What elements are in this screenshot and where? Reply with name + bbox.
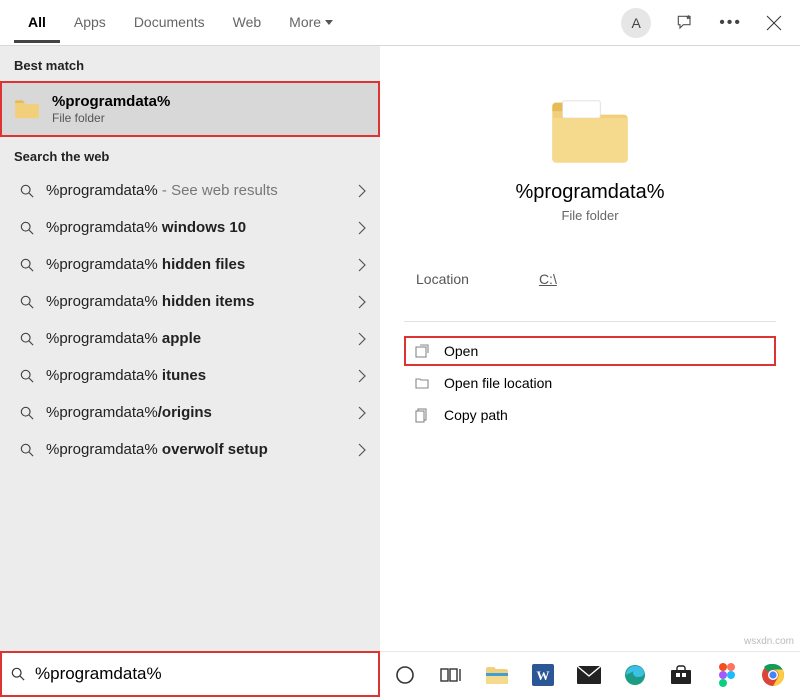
folder-icon (14, 96, 40, 122)
chevron-down-icon (325, 20, 333, 25)
best-match-header: Best match (0, 46, 380, 81)
action-open-location[interactable]: Open file location (404, 368, 776, 398)
taskbar-chrome-icon[interactable] (756, 658, 790, 692)
web-result-0[interactable]: %programdata% - See web results (0, 172, 380, 209)
tab-documents[interactable]: Documents (120, 2, 219, 43)
web-result-4[interactable]: %programdata% apple (0, 320, 380, 357)
web-result-text: %programdata% windows 10 (46, 219, 346, 236)
web-result-text: %programdata% hidden items (46, 293, 346, 310)
chevron-right-icon[interactable] (358, 221, 366, 235)
action-open-label: Open (444, 343, 478, 359)
location-label: Location (416, 271, 469, 287)
filter-tabs: All Apps Documents Web More (14, 2, 347, 43)
search-icon (20, 184, 34, 198)
web-result-6[interactable]: %programdata%/origins (0, 394, 380, 431)
footer: W (0, 651, 800, 697)
chevron-right-icon[interactable] (358, 295, 366, 309)
preview-subtitle: File folder (561, 208, 618, 223)
search-icon (20, 258, 34, 272)
taskbar: W (380, 651, 800, 697)
results-panel: Best match %programdata% File folder Sea… (0, 46, 380, 651)
watermark: wsxdn.com (744, 636, 794, 647)
folder-large-icon (547, 94, 633, 169)
user-avatar[interactable]: A (621, 8, 651, 38)
web-result-1[interactable]: %programdata% windows 10 (0, 209, 380, 246)
taskbar-store-icon[interactable] (664, 658, 698, 692)
taskbar-word-icon[interactable]: W (526, 658, 560, 692)
taskbar-mail-icon[interactable] (572, 658, 606, 692)
action-open[interactable]: Open (404, 336, 776, 366)
taskbar-cortana-icon[interactable] (388, 658, 422, 692)
web-result-3[interactable]: %programdata% hidden items (0, 283, 380, 320)
preview-title: %programdata% (516, 181, 665, 204)
best-match-text: %programdata% File folder (52, 93, 170, 125)
action-copy-path[interactable]: Copy path (404, 400, 776, 430)
top-right-controls: A ••• (621, 8, 792, 38)
web-result-2[interactable]: %programdata% hidden files (0, 246, 380, 283)
search-web-header: Search the web (0, 137, 380, 172)
search-icon (11, 667, 25, 681)
search-icon (20, 295, 34, 309)
chevron-right-icon[interactable] (358, 443, 366, 457)
tab-more[interactable]: More (275, 2, 347, 43)
taskbar-taskview-icon[interactable] (434, 658, 468, 692)
web-result-text: %programdata% itunes (46, 367, 346, 384)
action-copy-path-label: Copy path (444, 407, 508, 423)
chevron-right-icon[interactable] (358, 369, 366, 383)
open-icon (414, 343, 430, 359)
taskbar-edge-icon[interactable] (618, 658, 652, 692)
taskbar-figma-icon[interactable] (710, 658, 744, 692)
search-input[interactable] (33, 663, 369, 685)
best-match-subtitle: File folder (52, 111, 170, 125)
feedback-icon[interactable] (675, 13, 695, 33)
web-result-text: %programdata% apple (46, 330, 346, 347)
search-icon (20, 221, 34, 235)
web-result-5[interactable]: %programdata% itunes (0, 357, 380, 394)
web-result-text: %programdata%/origins (46, 404, 346, 421)
web-result-text: %programdata% - See web results (46, 182, 346, 199)
top-bar: All Apps Documents Web More A ••• (0, 0, 800, 46)
web-result-text: %programdata% overwolf setup (46, 441, 346, 458)
copy-icon (414, 407, 430, 423)
tab-more-label: More (289, 14, 321, 30)
chevron-right-icon[interactable] (358, 406, 366, 420)
chevron-right-icon[interactable] (358, 258, 366, 272)
location-value[interactable]: C:\ (539, 271, 557, 287)
search-icon (20, 406, 34, 420)
more-options-icon[interactable]: ••• (719, 14, 742, 32)
best-match-title: %programdata% (52, 93, 170, 110)
tab-web[interactable]: Web (219, 2, 276, 43)
svg-text:W: W (537, 668, 550, 683)
chevron-right-icon[interactable] (358, 184, 366, 198)
tab-all[interactable]: All (14, 2, 60, 43)
taskbar-explorer-icon[interactable] (480, 658, 514, 692)
folder-open-icon (414, 375, 430, 391)
search-icon (20, 443, 34, 457)
preview-panel: %programdata% File folder Location C:\ O… (380, 46, 800, 651)
web-result-7[interactable]: %programdata% overwolf setup (0, 431, 380, 468)
web-result-text: %programdata% hidden files (46, 256, 346, 273)
search-box[interactable] (0, 651, 380, 697)
search-icon (20, 369, 34, 383)
preview-metadata: Location C:\ (380, 271, 800, 287)
best-match-result[interactable]: %programdata% File folder (0, 81, 380, 137)
chevron-right-icon[interactable] (358, 332, 366, 346)
content-body: Best match %programdata% File folder Sea… (0, 46, 800, 651)
action-open-location-label: Open file location (444, 375, 552, 391)
search-icon (20, 332, 34, 346)
preview-actions: Open Open file location Copy path (380, 322, 800, 444)
close-button[interactable] (766, 15, 782, 31)
tab-apps[interactable]: Apps (60, 2, 120, 43)
